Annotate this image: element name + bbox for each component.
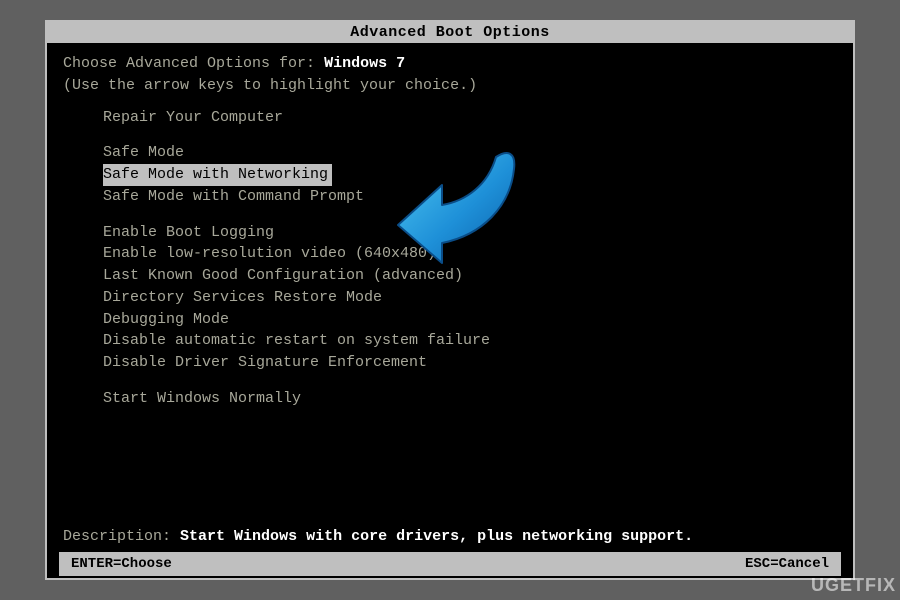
content-area: Choose Advanced Options for: Windows 7 (… bbox=[47, 43, 853, 578]
header-os: Windows 7 bbox=[324, 55, 405, 72]
description-text: Start Windows with core drivers, plus ne… bbox=[180, 528, 693, 545]
header-line: Choose Advanced Options for: Windows 7 bbox=[63, 53, 837, 75]
description-prefix: Description: bbox=[63, 528, 171, 545]
description-line: Description: Start Windows with core dri… bbox=[63, 526, 837, 548]
header-hint: (Use the arrow keys to highlight your ch… bbox=[63, 75, 837, 97]
option-disable-auto-restart[interactable]: Disable automatic restart on system fail… bbox=[63, 330, 837, 352]
window-title: Advanced Boot Options bbox=[47, 22, 853, 43]
option-debugging-mode[interactable]: Debugging Mode bbox=[63, 309, 837, 331]
option-start-normally[interactable]: Start Windows Normally bbox=[63, 388, 837, 410]
boot-options-window: Advanced Boot Options Choose Advanced Op… bbox=[45, 20, 855, 580]
option-safe-mode-command-prompt[interactable]: Safe Mode with Command Prompt bbox=[63, 186, 837, 208]
status-enter: ENTER=Choose bbox=[71, 554, 172, 574]
options-list: Repair Your Computer Safe Mode Safe Mode… bbox=[63, 107, 837, 410]
option-enable-boot-logging[interactable]: Enable Boot Logging bbox=[63, 222, 837, 244]
status-esc: ESC=Cancel bbox=[745, 554, 829, 574]
option-repair-your-computer[interactable]: Repair Your Computer bbox=[63, 107, 837, 129]
option-disable-driver-signature[interactable]: Disable Driver Signature Enforcement bbox=[63, 352, 837, 374]
option-directory-services-restore[interactable]: Directory Services Restore Mode bbox=[63, 287, 837, 309]
option-last-known-good[interactable]: Last Known Good Configuration (advanced) bbox=[63, 265, 837, 287]
option-safe-mode[interactable]: Safe Mode bbox=[63, 142, 837, 164]
header-prefix: Choose Advanced Options for: bbox=[63, 55, 315, 72]
status-bar: ENTER=Choose ESC=Cancel bbox=[59, 552, 841, 576]
option-enable-low-res-video[interactable]: Enable low-resolution video (640x480) bbox=[63, 243, 837, 265]
option-safe-mode-networking[interactable]: Safe Mode with Networking bbox=[103, 164, 332, 186]
